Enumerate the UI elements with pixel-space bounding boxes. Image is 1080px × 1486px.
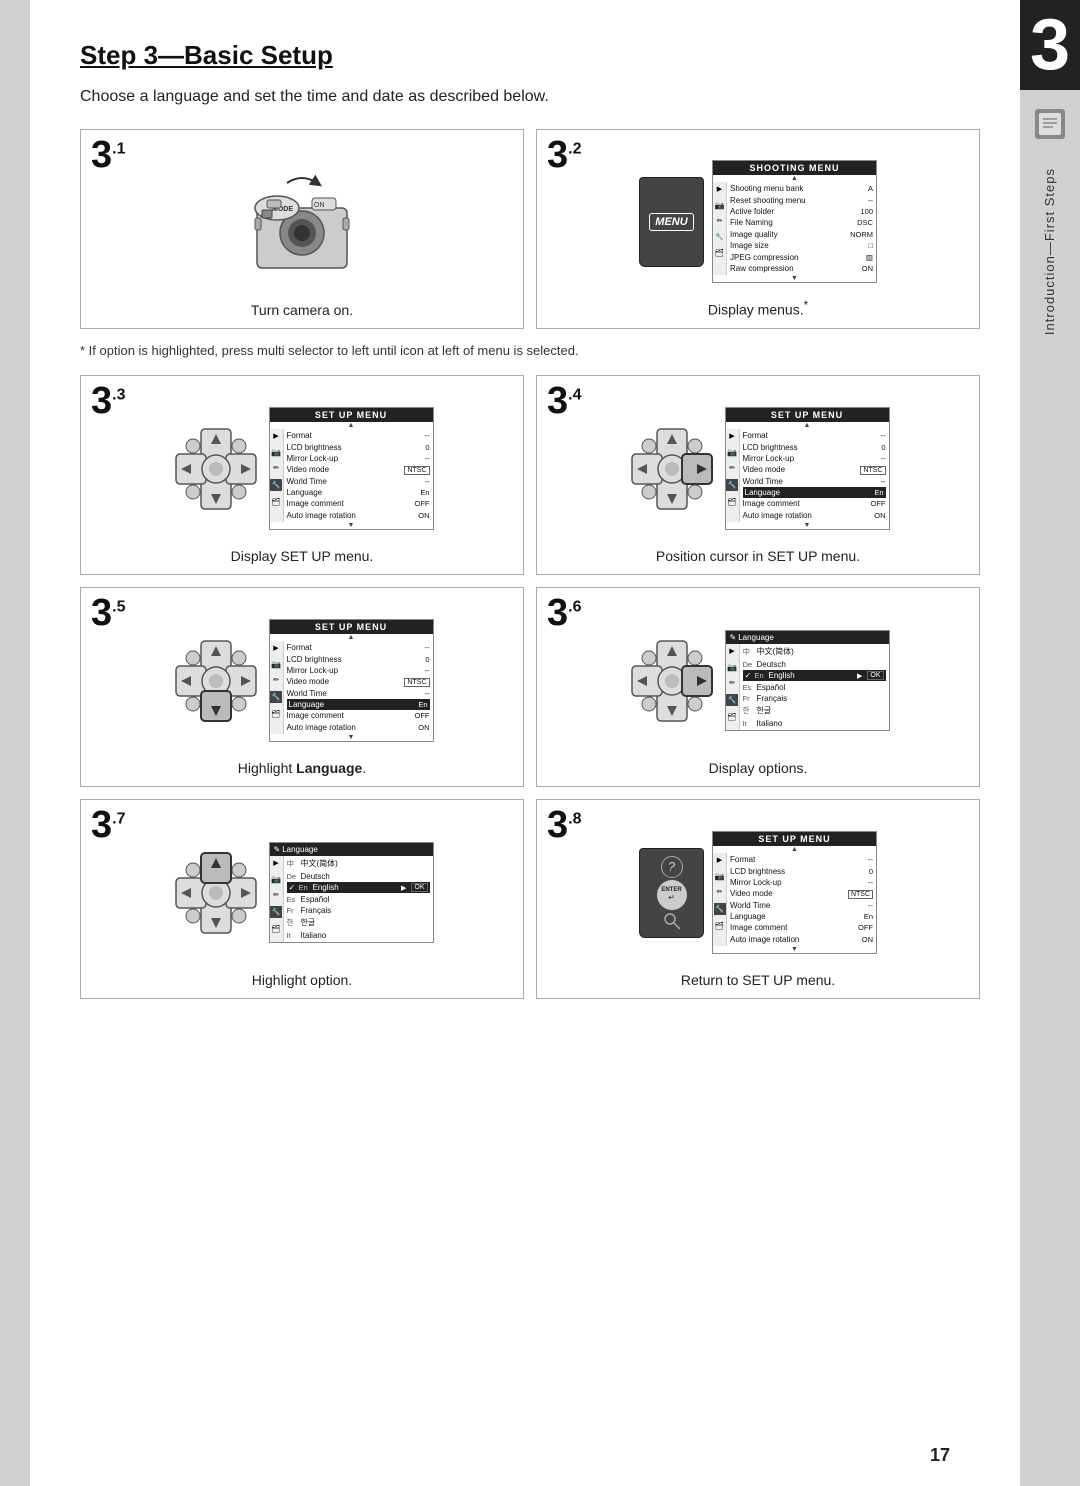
menu-icon-2: 📷 (715, 200, 725, 210)
dpad-3-4 (627, 424, 717, 514)
menu-row-3: File NamingDSC (730, 217, 873, 228)
step-3-2-caption: Display menus.* (708, 299, 808, 322)
step-3-8-number: 3.8 (547, 806, 581, 844)
menu-button-label: MENU (649, 213, 693, 231)
step-3-7-number: 3.7 (91, 806, 125, 844)
step-3-8-caption: Return to SET UP menu. (681, 972, 835, 992)
page-content: Step 3—Basic Setup Choose a language and… (30, 0, 1020, 1486)
step-3-5-content: SET UP MENU ▲ ▶ 📷 ✏ 🔧 🗂 Format-- LCD br (91, 608, 513, 754)
step-3-6-box: 3.6 (536, 587, 980, 787)
step-3-1-number: 3.1 (91, 136, 125, 174)
steps-row-2: 3.3 (80, 375, 980, 575)
question-mark: ? (661, 856, 683, 878)
menu-icon-1: ▶ (715, 184, 725, 194)
step-3-8-box: 3.8 ? ENTER ↵ SET UP MENU ▲ (536, 799, 980, 999)
menu-main-content: Shooting menu bankA Reset shooting menu-… (727, 182, 876, 275)
step-3-5-number: 3.5 (91, 594, 125, 632)
step-3-3-number: 3.3 (91, 382, 125, 420)
tab-icon-area (1031, 105, 1069, 148)
tab-number: 3 (1020, 0, 1080, 90)
magnifier-icon (663, 912, 681, 930)
step-3-3-box: 3.3 (80, 375, 524, 575)
shooting-menu: SHOOTING MENU ▲ ▶ 📷 ✏ 🔧 🗂 Shooting menu … (712, 160, 877, 283)
lang-menu-3-7: ✎Language ▶ 📷 ✏ 🔧 🗂 中 中文(简体) De Deutsc (269, 842, 434, 943)
menu-row-0: Shooting menu bankA (730, 183, 873, 194)
camera-dial-svg: MODE ON (237, 168, 367, 278)
right-tab: 3 Introduction—First Steps (1020, 0, 1080, 1486)
steps-row-1: 3.1 MODE ON (80, 129, 980, 329)
menu-icon-4: 🔧 (715, 232, 725, 242)
menu-icon-3: ✏ (715, 216, 725, 226)
dpad-3-6 (627, 636, 717, 726)
menu-arrow-top: ▲ (713, 175, 876, 182)
step-3-5-caption: Highlight Language. (238, 760, 366, 780)
step-3-1-box: 3.1 MODE ON (80, 129, 524, 329)
page-number: 17 (930, 1445, 950, 1466)
menu-row-7: Raw compressionON (730, 263, 873, 274)
step-3-6-number: 3.6 (547, 594, 581, 632)
menu-row-5: Image size□ (730, 240, 873, 251)
step-3-3-content: SET UP MENU ▲ ▶ 📷 ✏ 🔧 🗂 Format-- LCD br (91, 396, 513, 542)
steps-row-4: 3.7 (80, 799, 980, 999)
step-3-8-content: ? ENTER ↵ SET UP MENU ▲ ▶ (547, 820, 969, 966)
tab-book-icon (1031, 105, 1069, 143)
menu-row-2: Active folder100 (730, 206, 873, 217)
step-3-4-box: 3.4 (536, 375, 980, 575)
lang-menu-3-6: ✎Language ▶ 📷 ✏ 🔧 🗂 中 中文(简体) De Deutsc (725, 630, 890, 731)
title-text: Step 3—Basic Setup (80, 40, 333, 70)
step-3-6-caption: Display options. (709, 760, 808, 780)
step-3-1-content: MODE ON (91, 150, 513, 296)
step-3-6-content: ✎Language ▶ 📷 ✏ 🔧 🗂 中 中文(简体) De Deutsc (547, 608, 969, 754)
lang-menu-3-6-header: ✎Language (726, 631, 889, 644)
menu-body: ▶ 📷 ✏ 🔧 🗂 Shooting menu bankA Reset shoo… (713, 182, 876, 275)
menu-row-6: JPEG compression▥ (730, 251, 873, 262)
step-3-3-caption: Display SET UP menu. (231, 548, 374, 568)
dpad-3-7 (171, 848, 261, 938)
menu-sidebar: ▶ 📷 ✏ 🔧 🗂 (713, 182, 727, 275)
setup-menu-3-4: SET UP MENU ▲ ▶ 📷 ✏ 🔧 🗂 Format-- LCD br (725, 407, 890, 530)
step-title: Step 3—Basic Setup (80, 40, 980, 71)
step-3-1-caption: Turn camera on. (251, 302, 353, 322)
menu-arrow-bottom: ▼ (713, 275, 876, 282)
tab-label: Introduction—First Steps (1042, 168, 1059, 335)
step-3-2-number: 3.2 (547, 136, 581, 174)
step-3-2-box: 3.2 MENU SHOOTING MENU ▲ ▶ 📷 ✏ 🔧 (536, 129, 980, 329)
dpad-3-5 (171, 636, 261, 726)
setup-menu-3-5: SET UP MENU ▲ ▶ 📷 ✏ 🔧 🗂 Format-- LCD br (269, 619, 434, 742)
menu-row-1: Reset shooting menu-- (730, 195, 873, 206)
subtitle: Choose a language and set the time and d… (80, 85, 980, 109)
step-3-7-content: ✎Language ▶ 📷 ✏ 🔧 🗂 中 中文(简体) De Deutsc (91, 820, 513, 966)
step-3-4-number: 3.4 (547, 382, 581, 420)
setup-menu-3-3: SET UP MENU ▲ ▶ 📷 ✏ 🔧 🗂 Format-- LCD br (269, 407, 434, 530)
setup-menu-3-3-header: SET UP MENU (270, 408, 433, 422)
dpad-3-3 (171, 424, 261, 514)
steps-row-3: 3.5 (80, 587, 980, 787)
footnote: * If option is highlighted, press multi … (80, 341, 980, 361)
step-3-4-caption: Position cursor in SET UP menu. (656, 548, 860, 568)
step-3-7-box: 3.7 (80, 799, 524, 999)
menu-icon-5: 🗂 (715, 248, 725, 258)
step-3-5-box: 3.5 (80, 587, 524, 787)
step-3-7-caption: Highlight option. (252, 972, 352, 992)
camera-enter-body: ? ENTER ↵ (639, 848, 704, 938)
camera-menu-body: MENU (639, 177, 704, 267)
menu-row-4: Image qualityNORM (730, 229, 873, 240)
svg-text:ON: ON (314, 202, 325, 209)
enter-button: ENTER ↵ (657, 880, 687, 910)
setup-menu-3-8: SET UP MENU ▲ ▶ 📷 ✏ 🔧 🗂 Format-- LCD br (712, 831, 877, 954)
shooting-menu-header: SHOOTING MENU (713, 161, 876, 175)
step-3-2-content: MENU SHOOTING MENU ▲ ▶ 📷 ✏ 🔧 🗂 (547, 150, 969, 293)
step-3-4-content: SET UP MENU ▲ ▶ 📷 ✏ 🔧 🗂 Format-- LCD br (547, 396, 969, 542)
